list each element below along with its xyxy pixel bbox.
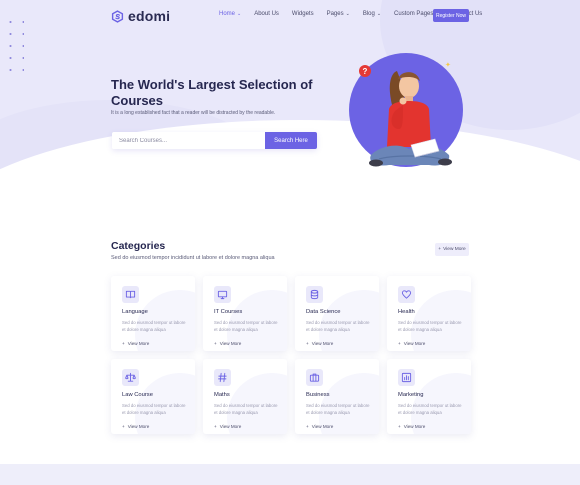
scale-icon: [122, 369, 139, 386]
category-view-more[interactable]: + View More: [214, 341, 287, 346]
briefcase-icon: [306, 369, 323, 386]
chevron-down-icon: ⌄: [376, 11, 382, 17]
question-icon: ?: [359, 65, 371, 77]
nav-item-label: About Us: [254, 11, 279, 17]
plus-icon: +: [438, 247, 442, 252]
category-card-language[interactable]: Language Sed do eiusmod tempor ut labore …: [111, 276, 195, 351]
heart-icon: [398, 286, 415, 303]
view-more-label: View More: [219, 341, 242, 346]
nav-item-blog[interactable]: Blog ⌄: [363, 11, 381, 17]
category-description: Sed do eiusmod tempor ut labore et dolor…: [398, 320, 462, 332]
nav-item-about-us[interactable]: About Us: [254, 11, 279, 17]
category-name: Language: [122, 309, 148, 315]
category-description: Sed do eiusmod tempor ut labore et dolor…: [214, 320, 278, 332]
view-more-label: View More: [311, 424, 334, 429]
plus-icon: +: [214, 341, 217, 346]
view-more-label: View More: [219, 424, 242, 429]
view-more-label: View More: [443, 247, 466, 252]
plus-icon: +: [214, 424, 217, 429]
bar-chart-icon: [398, 369, 415, 386]
database-icon: [306, 286, 323, 303]
plus-icon: +: [306, 424, 309, 429]
view-more-label: View More: [403, 424, 426, 429]
footer-band: [0, 464, 580, 485]
category-description: Sed do eiusmod tempor ut labore et dolor…: [306, 320, 370, 332]
category-view-more[interactable]: + View More: [214, 424, 287, 429]
category-name: Maths: [214, 392, 230, 398]
category-name: Business: [306, 392, 330, 398]
category-view-more[interactable]: + View More: [306, 424, 379, 429]
category-view-more[interactable]: + View More: [122, 341, 195, 346]
monitor-icon: [214, 286, 231, 303]
category-card-health[interactable]: Health Sed do eiusmod tempor ut labore et…: [387, 276, 471, 351]
category-name: Health: [398, 309, 415, 315]
category-name: Marketing: [398, 392, 424, 398]
hero-illustration: ? ✦: [349, 53, 465, 179]
plus-icon: +: [122, 424, 125, 429]
search-input[interactable]: [112, 132, 265, 149]
nav-item-pages[interactable]: Pages ⌄: [327, 11, 350, 17]
view-more-label: View More: [127, 341, 150, 346]
category-card-maths[interactable]: Maths Sed do eiusmod tempor ut labore et …: [203, 359, 287, 434]
category-grid: Language Sed do eiusmod tempor ut labore …: [111, 276, 471, 434]
category-card-it-courses[interactable]: IT Courses Sed do eiusmod tempor ut labor…: [203, 276, 287, 351]
category-name: Law Course: [122, 392, 153, 398]
category-view-more[interactable]: + View More: [398, 424, 471, 429]
nav-item-home[interactable]: Home ⌄: [219, 11, 241, 17]
category-card-marketing[interactable]: Marketing Sed do eiusmod tempor ut labore…: [387, 359, 471, 434]
book-icon: [122, 286, 139, 303]
category-card-business[interactable]: Business Sed do eiusmod tempor ut labore …: [295, 359, 379, 434]
view-more-button[interactable]: + View More: [435, 243, 469, 256]
nav-item-label: Pages: [326, 11, 344, 17]
plus-icon: +: [398, 424, 401, 429]
search-button[interactable]: Search Here: [265, 132, 317, 149]
student-figure: [369, 71, 452, 167]
dot-pattern: [4, 16, 24, 72]
nav-item-label: Home: [219, 11, 236, 17]
logo[interactable]: edomi: [111, 8, 170, 24]
category-card-data-science[interactable]: Data Science Sed do eiusmod tempor ut lab…: [295, 276, 379, 351]
view-more-label: View More: [311, 341, 334, 346]
logo-icon: [111, 9, 124, 23]
hero-title: The World's Largest Selection of Courses: [111, 77, 313, 108]
category-description: Sed do eiusmod tempor ut labore et dolor…: [122, 403, 186, 415]
nav-item-label: Custom Pages: [394, 11, 434, 17]
view-more-label: View More: [403, 341, 426, 346]
nav-item-label: Blog: [362, 11, 375, 17]
category-description: Sed do eiusmod tempor ut labore et dolor…: [306, 403, 370, 415]
course-search: Search Here: [112, 132, 317, 149]
hero-subtitle: It is a long established fact that a rea…: [111, 110, 276, 116]
nav-item-label: Widgets: [291, 11, 314, 17]
category-description: Sed do eiusmod tempor ut labore et dolor…: [214, 403, 278, 415]
categories-title: Categories: [111, 240, 166, 252]
plus-icon: +: [306, 341, 309, 346]
category-view-more[interactable]: + View More: [122, 424, 195, 429]
category-description: Sed do eiusmod tempor ut labore et dolor…: [122, 320, 186, 332]
category-description: Sed do eiusmod tempor ut labore et dolor…: [398, 403, 462, 415]
register-button[interactable]: Register Now: [433, 9, 469, 22]
plus-icon: +: [122, 341, 125, 346]
category-view-more[interactable]: + View More: [306, 341, 379, 346]
nav-item-widgets[interactable]: Widgets: [292, 11, 314, 17]
brand-name: edomi: [128, 8, 171, 24]
categories-subtitle: Sed do eiusmod tempor incididunt ut labo…: [111, 255, 275, 261]
category-name: Data Science: [306, 309, 341, 315]
category-view-more[interactable]: + View More: [398, 341, 471, 346]
category-name: IT Courses: [214, 309, 243, 315]
category-card-law-course[interactable]: Law Course Sed do eiusmod tempor ut labor…: [111, 359, 195, 434]
chevron-down-icon: ⌄: [237, 11, 242, 17]
plus-icon: +: [398, 341, 401, 346]
chevron-down-icon: ⌄: [345, 11, 350, 17]
view-more-label: View More: [127, 424, 150, 429]
sparkle-icon: ✦: [445, 62, 451, 69]
hash-icon: [214, 369, 231, 386]
